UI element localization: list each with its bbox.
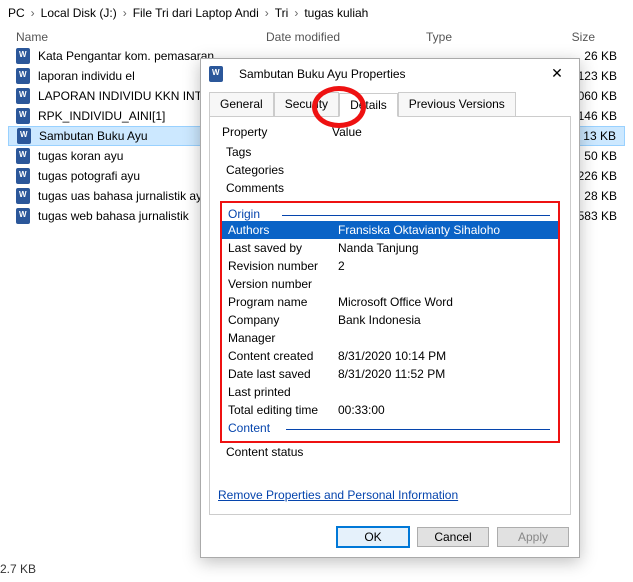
property-key: Authors [228,223,338,237]
word-icon [16,88,30,104]
breadcrumb-segment[interactable]: PC [8,6,25,20]
tab-previous-versions[interactable]: Previous Versions [398,92,516,116]
column-headers: Name Date modified Type Size [0,26,633,46]
chevron-right-icon [294,6,298,20]
breadcrumb-segment[interactable]: tugas kuliah [304,6,368,20]
word-icon [16,68,30,84]
property-key: Content created [228,349,338,363]
property-key: Manager [228,331,338,345]
property-row[interactable]: Content created8/31/2020 10:14 PM [222,347,558,365]
chevron-right-icon [123,6,127,20]
annotation-box: OriginAuthorsFransiska Oktavianty Sihalo… [220,201,560,443]
properties-dialog: Sambutan Buku Ayu Properties ✕ GeneralSe… [200,58,580,558]
word-icon [16,188,30,204]
property-row[interactable]: Date last saved8/31/2020 11:52 PM [222,365,558,383]
property-row[interactable]: Tags [220,143,560,161]
word-icon [209,66,223,82]
property-value: 8/31/2020 11:52 PM [338,367,445,381]
section-content: Content [222,419,558,435]
word-icon [17,128,31,144]
remove-properties-link[interactable]: Remove Properties and Personal Informati… [218,488,458,502]
property-key: Date last saved [228,367,338,381]
status-bar: 2.7 KB [0,562,36,576]
property-row[interactable]: Version number [222,275,558,293]
property-key: Last saved by [228,241,338,255]
property-row[interactable]: Comments [220,179,560,197]
col-date[interactable]: Date modified [266,30,426,44]
close-icon[interactable]: ✕ [543,65,571,82]
property-key: Total editing time [228,403,338,417]
tabstrip: GeneralSecurityDetailsPrevious Versions [201,88,579,116]
tab-body: Property Value Tags Categories Comments Ori… [209,116,571,515]
word-icon [16,48,30,64]
ok-button[interactable]: OK [337,527,409,547]
header-value: Value [332,125,362,139]
tab-security[interactable]: Security [274,92,339,116]
word-icon [16,208,30,224]
chevron-right-icon [31,6,35,20]
property-key: Comments [226,181,336,195]
word-icon [16,168,30,184]
property-value: Bank Indonesia [338,313,421,327]
property-key: Categories [226,163,336,177]
breadcrumb[interactable]: PC Local Disk (J:) File Tri dari Laptop An… [0,0,633,26]
col-name[interactable]: Name [16,30,266,44]
breadcrumb-segment[interactable]: File Tri dari Laptop Andi [133,6,259,20]
apply-button[interactable]: Apply [497,527,569,547]
property-key: Content status [226,445,336,459]
property-value: Nanda Tanjung [338,241,419,255]
property-row[interactable]: AuthorsFransiska Oktavianty Sihaloho [222,221,558,239]
property-row[interactable]: Categories [220,161,560,179]
dialog-title: Sambutan Buku Ayu Properties [239,67,535,81]
property-row[interactable]: Program nameMicrosoft Office Word [222,293,558,311]
property-value: Fransiska Oktavianty Sihaloho [338,223,500,237]
property-header: Property Value [216,123,564,141]
property-row[interactable]: CompanyBank Indonesia [222,311,558,329]
property-value: 8/31/2020 10:14 PM [338,349,446,363]
property-value: Microsoft Office Word [338,295,453,309]
property-row[interactable]: Last saved byNanda Tanjung [222,239,558,257]
property-row[interactable]: Last printed [222,383,558,401]
property-value: 2 [338,259,345,273]
property-row[interactable]: Total editing time00:33:00 [222,401,558,419]
titlebar[interactable]: Sambutan Buku Ayu Properties ✕ [201,59,579,88]
col-type[interactable]: Type [426,30,526,44]
cancel-button[interactable]: Cancel [417,527,489,547]
property-key: Version number [228,277,338,291]
header-property: Property [222,125,332,139]
col-size[interactable]: Size [526,30,625,44]
word-icon [16,108,30,124]
property-list[interactable]: TagsCategoriesCommentsOriginAuthorsFrans… [216,141,564,482]
tab-details[interactable]: Details [339,93,398,117]
property-row[interactable]: Manager [222,329,558,347]
chevron-right-icon [265,6,269,20]
section-origin: Origin [222,205,558,221]
tab-general[interactable]: General [209,92,274,116]
property-key: Program name [228,295,338,309]
breadcrumb-segment[interactable]: Tri [275,6,289,20]
breadcrumb-segment[interactable]: Local Disk (J:) [41,6,117,20]
property-value: 00:33:00 [338,403,385,417]
property-key: Last printed [228,385,338,399]
property-key: Revision number [228,259,338,273]
word-icon [16,148,30,164]
property-row[interactable]: Content status [220,443,560,461]
remove-properties-link-row: Remove Properties and Personal Informati… [216,482,564,508]
property-key: Tags [226,145,336,159]
dialog-buttons: OK Cancel Apply [201,521,579,557]
property-key: Company [228,313,338,327]
property-row[interactable]: Revision number2 [222,257,558,275]
